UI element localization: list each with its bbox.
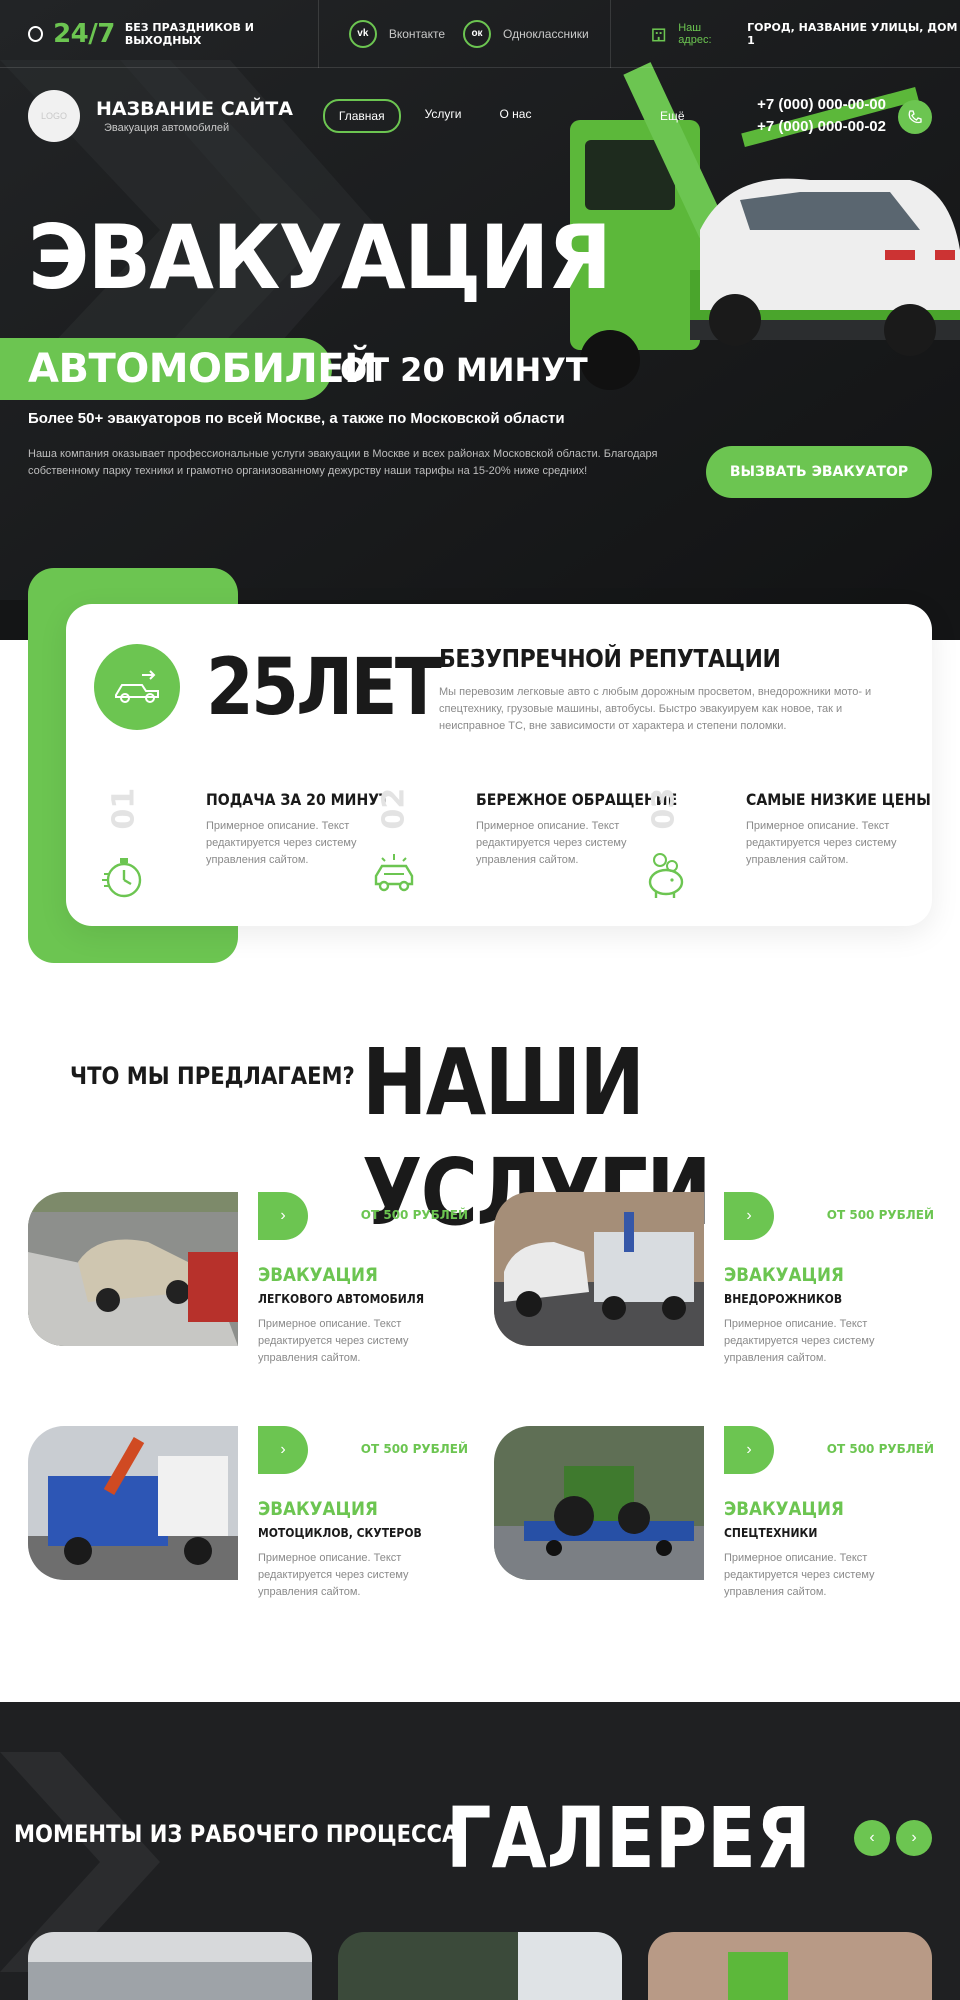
reputation-text: Мы перевозим легковые авто с любым дорож…	[439, 686, 872, 732]
stats-card: 25ЛЕТ БЕЗУПРЕЧНОЙ РЕПУТАЦИИ Мы перевозим…	[66, 604, 932, 926]
site-name[interactable]: НАЗВАНИЕ САЙТА	[96, 98, 293, 120]
service-card[interactable]: › ОТ 500 РУБЛЕЙ ЭВАКУАЦИЯ СПЕЦТЕХНИКИ Пр…	[494, 1426, 934, 1626]
service-text: Примерное описание. Текст редактируется …	[724, 1318, 875, 1364]
feature-title: ПОДАЧА ЗА 20 МИНУТ	[206, 790, 389, 809]
years-value: 25ЛЕТ	[206, 643, 442, 733]
gallery-thumb[interactable]	[28, 1932, 312, 2000]
clock-icon	[28, 25, 44, 42]
service-text: Примерное описание. Текст редактируется …	[258, 1318, 409, 1364]
chevron-right-icon: ›	[280, 1207, 286, 1224]
menu-item-services[interactable]: Услуги	[411, 99, 476, 133]
feature-item: 01 ПОДАЧА ЗА 20 МИНУТ Примерное описание…	[102, 784, 389, 904]
service-title: ЭВАКУАЦИЯ	[724, 1498, 844, 1520]
service-image	[494, 1426, 704, 1580]
social-links: vk Вконтакте ок Одноклассники	[319, 0, 611, 68]
services-kicker: ЧТО МЫ ПРЕДЛАГАЕМ?	[70, 1062, 355, 1090]
hero-subtitle: Более 50+ эвакуаторов по всей Москве, а …	[28, 410, 565, 427]
feature-text: Примерное описание. Текст редактируется …	[476, 820, 627, 866]
building-icon	[651, 27, 666, 41]
service-price: ОТ 500 РУБЛЕЙ	[360, 1208, 468, 1222]
main-nav: LOGO НАЗВАНИЕ САЙТА Эвакуация автомобиле…	[28, 88, 932, 144]
menu-item-home[interactable]: Главная	[322, 99, 401, 133]
menu: Главная Услуги О нас	[322, 99, 546, 133]
hours-note: БЕЗ ПРАЗДНИКОВ И ВЫХОДНЫХ	[124, 20, 254, 47]
chevron-right-icon: ›	[911, 1829, 917, 1846]
feature-number: 02	[376, 787, 412, 830]
gallery-section: МОМЕНТЫ ИЗ РАБОЧЕГО ПРОЦЕССА ГАЛЕРЕЯ ‹ ›	[0, 1702, 960, 2000]
phone-icon	[908, 110, 922, 124]
service-title: ЭВАКУАЦИЯ	[724, 1264, 844, 1286]
service-card[interactable]: › ОТ 500 РУБЛЕЙ ЭВАКУАЦИЯ МОТОЦИКЛОВ, СК…	[28, 1426, 468, 1626]
social-link-ok[interactable]: Одноклассники	[503, 27, 589, 41]
service-subtitle: СПЕЦТЕХНИКИ	[724, 1526, 818, 1540]
service-image	[28, 1426, 238, 1580]
service-card[interactable]: › ОТ 500 РУБЛЕЙ ЭВАКУАЦИЯ ВНЕДОРОЖНИКОВ …	[494, 1192, 934, 1392]
gallery-next-button[interactable]: ›	[896, 1820, 932, 1856]
menu-item-more[interactable]: Ещё	[660, 109, 685, 123]
service-price: ОТ 500 РУБЛЕЙ	[826, 1442, 934, 1456]
gallery-thumb[interactable]	[338, 1932, 622, 2000]
service-text: Примерное описание. Текст редактируется …	[258, 1552, 409, 1598]
social-link-vk[interactable]: Вконтакте	[389, 27, 445, 41]
service-image	[494, 1192, 704, 1346]
reputation-title: БЕЗУПРЕЧНОЙ РЕПУТАЦИИ	[439, 644, 781, 673]
service-open-button[interactable]: ›	[258, 1426, 308, 1474]
logo[interactable]: LOGO	[28, 90, 80, 142]
service-open-button[interactable]: ›	[724, 1192, 774, 1240]
hours-value: 24/7	[53, 18, 115, 49]
service-price: ОТ 500 РУБЛЕЙ	[360, 1442, 468, 1456]
feature-item: 02 БЕРЕЖНОЕ ОБРАЩЕНИЕ Примерное описание…	[374, 784, 677, 904]
service-open-button[interactable]: ›	[724, 1426, 774, 1474]
chevron-right-icon: ›	[746, 1207, 752, 1224]
site-identity: НАЗВАНИЕ САЙТА Эвакуация автомобилей	[96, 98, 293, 134]
phone-1[interactable]: +7 (000) 000-00-00	[757, 94, 886, 116]
service-title: ЭВАКУАЦИЯ	[258, 1498, 378, 1520]
service-open-button[interactable]: ›	[258, 1192, 308, 1240]
feature-title: САМЫЕ НИЗКИЕ ЦЕНЫ	[746, 790, 931, 809]
stopwatch-icon	[102, 858, 142, 898]
chevron-right-icon: ›	[280, 1441, 286, 1458]
service-text: Примерное описание. Текст редактируется …	[724, 1552, 875, 1598]
call-button[interactable]	[898, 100, 932, 134]
feature-text: Примерное описание. Текст редактируется …	[206, 820, 357, 866]
address-label: Наш адрес:	[678, 21, 712, 46]
service-title: ЭВАКУАЦИЯ	[258, 1264, 378, 1286]
hero-section: 24/7 БЕЗ ПРАЗДНИКОВ И ВЫХОДНЫХ vk Вконта…	[0, 0, 960, 640]
phones: +7 (000) 000-00-00 +7 (000) 000-00-02	[757, 94, 886, 138]
vk-icon[interactable]: vk	[348, 19, 377, 48]
hero-description: Наша компания оказывает профессиональные…	[28, 448, 658, 477]
chevron-left-icon: ‹	[869, 1829, 875, 1846]
service-price: ОТ 500 РУБЛЕЙ	[826, 1208, 934, 1222]
service-subtitle: ВНЕДОРОЖНИКОВ	[724, 1292, 843, 1306]
hero-title-rest: ОТ 20 МИНУТ	[340, 351, 588, 389]
call-tow-truck-button[interactable]: ВЫЗВАТЬ ЭВАКУАТОР	[706, 446, 932, 498]
feature-number: 03	[646, 787, 682, 830]
menu-item-about[interactable]: О нас	[486, 99, 546, 133]
car-icon	[374, 854, 414, 892]
gallery-kicker: МОМЕНТЫ ИЗ РАБОЧЕГО ПРОЦЕССА	[14, 1820, 459, 1848]
service-subtitle: МОТОЦИКЛОВ, СКУТЕРОВ	[258, 1526, 422, 1540]
hero-title-accent: АВТОМОБИЛЕЙ	[28, 346, 378, 392]
piggy-bank-icon	[648, 853, 684, 898]
feature-number: 01	[106, 787, 142, 830]
address-value: ГОРОД, НАЗВАНИЕ УЛИЦЫ, ДОМ 1	[747, 20, 958, 47]
topbar: 24/7 БЕЗ ПРАЗДНИКОВ И ВЫХОДНЫХ vk Вконта…	[0, 0, 960, 68]
service-card[interactable]: › ОТ 500 РУБЛЕЙ ЭВАКУАЦИЯ ЛЕГКОВОГО АВТО…	[28, 1192, 468, 1392]
gallery-prev-button[interactable]: ‹	[854, 1820, 890, 1856]
feature-text: Примерное описание. Текст редактируется …	[746, 820, 897, 866]
feature-item: 03 САМЫЕ НИЗКИЕ ЦЕНЫ Примерное описание.…	[644, 784, 931, 904]
gallery-thumb[interactable]	[648, 1932, 932, 2000]
hours-block: 24/7 БЕЗ ПРАЗДНИКОВ И ВЫХОДНЫХ	[0, 0, 319, 68]
tow-truck-icon	[94, 644, 180, 730]
site-tagline: Эвакуация автомобилей	[104, 122, 230, 134]
chevron-right-icon: ›	[746, 1441, 752, 1458]
ok-icon[interactable]: ок	[463, 19, 492, 48]
hero-title: ЭВАКУАЦИЯ	[28, 206, 612, 309]
gallery-title: ГАЛЕРЕЯ	[446, 1789, 811, 1887]
phone-2[interactable]: +7 (000) 000-00-02	[757, 116, 886, 138]
service-image	[28, 1192, 238, 1346]
service-subtitle: ЛЕГКОВОГО АВТОМОБИЛЯ	[258, 1292, 425, 1306]
address-block: Наш адрес: ГОРОД, НАЗВАНИЕ УЛИЦЫ, ДОМ 1	[611, 0, 960, 68]
